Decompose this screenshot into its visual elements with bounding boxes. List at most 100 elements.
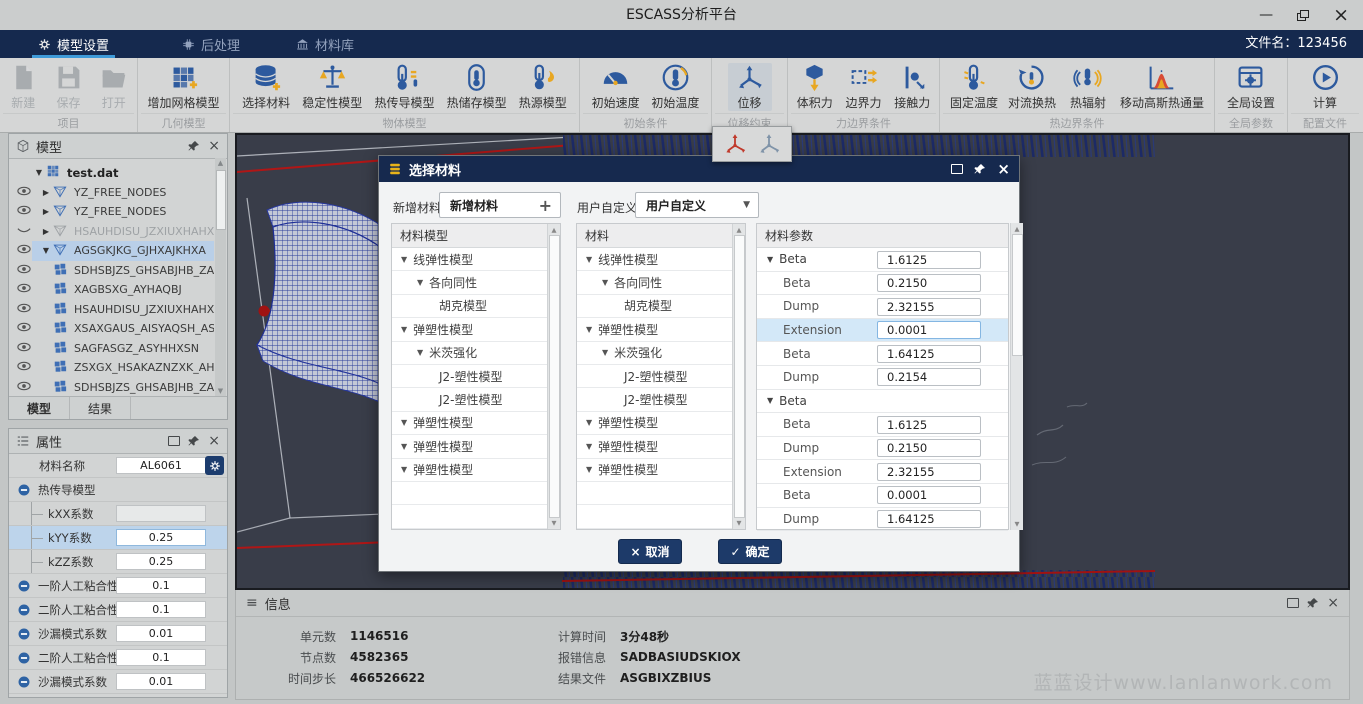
param-row[interactable]: Dump 0.2150 [757, 437, 1008, 461]
eye-icon[interactable] [17, 342, 32, 355]
heat-source-model-button[interactable]: 热源模型 [519, 63, 567, 111]
scroll-down-icon[interactable]: ▼ [215, 387, 226, 395]
scrollbar-thumb[interactable] [216, 170, 226, 230]
collapse-minus-icon[interactable] [17, 603, 31, 617]
tree-item[interactable]: XAGBSXG_AYHAQBJ [9, 280, 214, 300]
confirm-button[interactable]: ✓ 确定 [718, 539, 782, 564]
collapse-minus-icon[interactable] [17, 579, 31, 593]
restore-button[interactable] [1297, 10, 1309, 21]
list-item[interactable]: ▼弹塑性模型 [577, 459, 733, 482]
moving-gauss-heat-flux-button[interactable]: 移动高斯热通量 [1120, 63, 1204, 111]
eye-icon[interactable] [17, 244, 32, 257]
boundary-force-button[interactable]: 边界力 [842, 63, 886, 111]
param-input[interactable]: 1.64125 [877, 345, 981, 363]
tab-post-processing[interactable]: 后处理 [172, 30, 250, 58]
param-row[interactable]: Dump 0.2154 [757, 366, 1008, 390]
tree-item[interactable]: XSAXGAUS_AISYAQSH_ASHX [9, 319, 214, 339]
scrollbar-thumb[interactable] [734, 235, 745, 518]
close-panel-icon[interactable]: × [208, 139, 220, 153]
property-input[interactable]: 0.1 [116, 577, 206, 594]
list-item[interactable]: 胡克模型 [577, 295, 733, 318]
list-item[interactable]: J2-塑性模型 [392, 388, 548, 411]
eye-icon[interactable] [17, 381, 32, 394]
param-row[interactable]: Dump 1.64125 [757, 508, 1008, 532]
close-panel-icon[interactable]: × [208, 434, 220, 448]
select-material-button[interactable]: 选择材料 [242, 63, 290, 111]
displacement-button[interactable]: 位移 [728, 63, 772, 111]
list-item[interactable]: ▼米茨强化 [577, 342, 733, 365]
property-input[interactable]: 0.01 [116, 625, 206, 642]
param-row[interactable]: Beta 0.0001 [757, 484, 1008, 508]
dropdown-chevron-icon[interactable]: ▼ [743, 200, 750, 210]
tree-item[interactable]: SAGFASGZ_ASYHHXSN [9, 339, 214, 359]
tree-item-hidden[interactable]: ▶ HSAUHDISU_JZXIUXHAHX [9, 222, 214, 242]
eye-icon[interactable] [17, 264, 32, 277]
param-input[interactable]: 1.6125 [877, 251, 981, 269]
tree-item[interactable]: ▶ YZ_FREE_NODES [9, 183, 214, 203]
pin-icon[interactable] [188, 435, 200, 447]
tab-material-library[interactable]: 材料库 [286, 30, 364, 58]
pin-icon[interactable] [1307, 597, 1319, 609]
tree-scrollbar[interactable]: ▲ ▼ [215, 158, 226, 396]
rotation-triad-icon[interactable] [757, 132, 781, 156]
list-item[interactable]: ▼弹塑性模型 [577, 435, 733, 458]
param-row[interactable]: Beta 0.2150 [757, 272, 1008, 296]
expand-icon[interactable]: ▶ [40, 227, 52, 236]
kzz-input[interactable]: 0.25 [116, 553, 206, 570]
eye-icon[interactable] [17, 361, 32, 374]
initial-velocity-button[interactable]: 初始速度 [592, 63, 640, 111]
radiation-button[interactable]: 热辐射 [1066, 63, 1110, 111]
expand-icon[interactable]: ▼ [33, 168, 45, 177]
expand-icon[interactable]: ▶ [40, 207, 52, 216]
kyy-input[interactable]: 0.25 [116, 529, 206, 546]
list-item[interactable]: ▼米茨强化 [392, 342, 548, 365]
param-row[interactable]: Beta 1.64125 [757, 342, 1008, 366]
eye-icon[interactable] [17, 186, 32, 199]
tree-root[interactable]: ▼ test.dat [9, 163, 214, 183]
list-item[interactable]: ▼弹塑性模型 [392, 412, 548, 435]
tree-item[interactable]: SDHSBJZS_GHSABJHB_ZAHU [9, 378, 214, 397]
list-item[interactable]: ▼线弹性模型 [577, 248, 733, 271]
convection-button[interactable]: 对流换热 [1008, 63, 1056, 111]
material-settings-button[interactable] [205, 456, 224, 475]
open-button[interactable]: 打开 [92, 63, 136, 111]
property-input[interactable]: 0.1 [116, 601, 206, 618]
pin-icon[interactable] [188, 140, 200, 152]
collapse-minus-icon[interactable] [17, 675, 31, 689]
param-input[interactable]: 1.64125 [877, 510, 981, 528]
eye-icon[interactable] [17, 303, 32, 316]
stability-model-button[interactable]: 稳定性模型 [302, 63, 362, 111]
param-input[interactable]: 1.6125 [877, 416, 981, 434]
scrollbar-thumb[interactable] [1012, 234, 1023, 356]
param-row[interactable]: Dump 2.32155 [757, 295, 1008, 319]
close-panel-icon[interactable]: × [1327, 596, 1339, 610]
param-input[interactable]: 2.32155 [877, 463, 981, 481]
cancel-button[interactable]: × 取消 [618, 539, 682, 564]
kxx-input[interactable] [116, 505, 206, 522]
scrollbar-thumb[interactable] [549, 235, 560, 518]
initial-temperature-button[interactable]: 初始温度 [651, 63, 699, 111]
close-button[interactable]: × [1333, 1, 1349, 29]
tree-item-selected[interactable]: ▼ AGSGKJKG_GJHXAJKHXA [9, 241, 214, 261]
tab-model[interactable]: 模型 [9, 397, 70, 419]
param-group-row[interactable]: ▼ Beta 1.6125 [757, 248, 1008, 272]
heat-conduction-model-button[interactable]: 热传导模型 [374, 63, 434, 111]
property-row[interactable]: kXX系数 [9, 502, 227, 526]
property-input[interactable]: 0.1 [116, 649, 206, 666]
contact-force-button[interactable]: 接触力 [890, 63, 934, 111]
dialog-close-icon[interactable]: × [997, 162, 1010, 177]
compute-button[interactable]: 计算 [1303, 63, 1347, 111]
tree-item[interactable]: SDHSBJZS_GHSABJHB_ZAHU [9, 261, 214, 281]
list-item[interactable]: ▼弹塑性模型 [392, 459, 548, 482]
expand-icon[interactable]: ▼ [40, 246, 52, 255]
scroll-up-icon[interactable]: ▲ [215, 159, 226, 167]
property-row[interactable]: 二阶人工粘合性 0.1 [9, 598, 227, 622]
property-row[interactable]: 沙漏模式系数 0.01 [9, 622, 227, 646]
eye-icon[interactable] [17, 322, 32, 335]
minimize-button[interactable]: — [1259, 0, 1273, 30]
property-row[interactable]: 沙漏模式系数 0.01 [9, 670, 227, 694]
list-item[interactable]: 胡克模型 [392, 295, 548, 318]
list-item[interactable]: J2-塑性模型 [577, 365, 733, 388]
add-mesh-model-button[interactable]: 增加网格模型 [147, 63, 219, 111]
user-defined-select[interactable]: 用户自定义 ▼ [635, 192, 759, 218]
